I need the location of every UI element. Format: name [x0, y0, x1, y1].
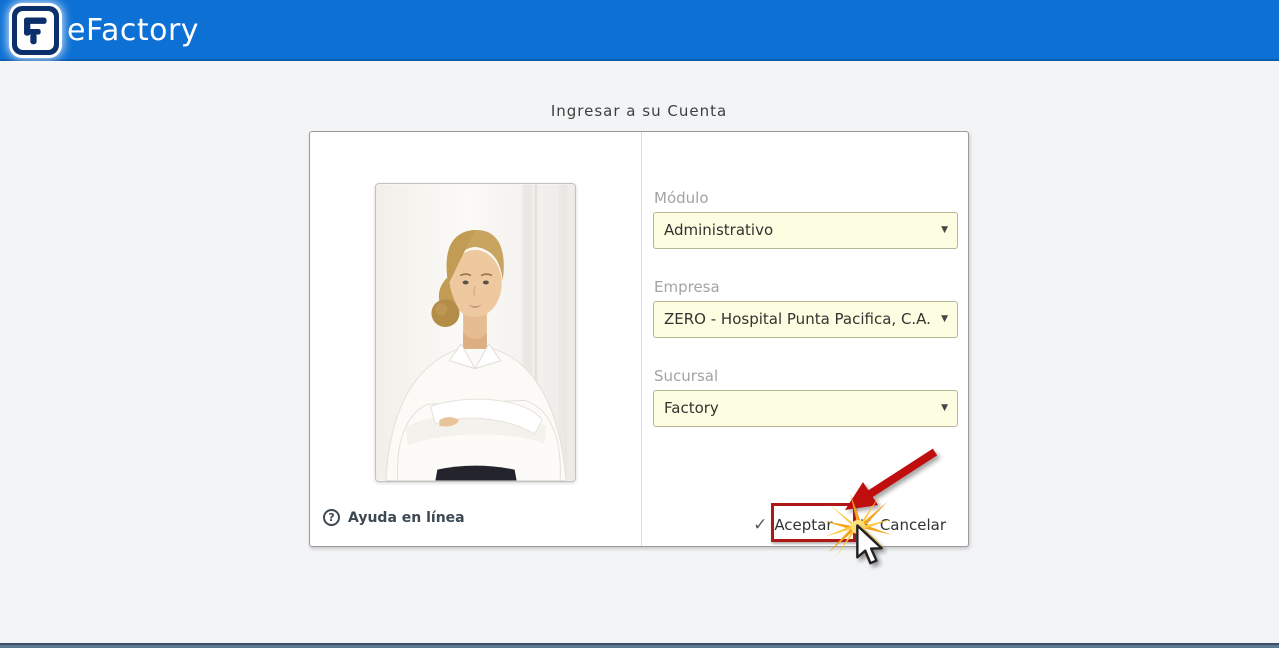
sucursal-selected-value: Factory — [664, 399, 719, 417]
accept-button[interactable]: ✓ Aceptar — [747, 511, 839, 539]
efactory-logo-icon — [12, 6, 59, 55]
form-actions: ✓ Aceptar ✕ Cancelar — [747, 511, 952, 539]
woman-portrait-photo — [375, 183, 576, 482]
efactory-logo-f-glyph — [17, 11, 54, 50]
question-circle-icon: ? — [323, 509, 340, 526]
empresa-label: Empresa — [654, 278, 720, 296]
empresa-select[interactable]: ZERO - Hospital Punta Pacifica, C.A. ▼ — [653, 301, 958, 338]
login-card: ? Ayuda en línea Módulo Administrativo ▼… — [309, 131, 969, 547]
login-form: Módulo Administrativo ▼ Empresa ZERO - H… — [653, 132, 958, 546]
chevron-down-icon: ▼ — [941, 225, 948, 235]
modulo-selected-value: Administrativo — [664, 221, 774, 239]
x-icon: ✕ — [858, 515, 873, 535]
sucursal-select[interactable]: Factory ▼ — [653, 390, 958, 427]
chevron-down-icon: ▼ — [941, 314, 948, 324]
modulo-label: Módulo — [654, 189, 709, 207]
empresa-selected-value: ZERO - Hospital Punta Pacifica, C.A. — [664, 310, 931, 328]
cancel-button[interactable]: ✕ Cancelar — [853, 511, 952, 539]
page-title: Ingresar a su Cuenta — [550, 102, 728, 120]
check-icon: ✓ — [753, 515, 768, 535]
sucursal-label: Sucursal — [654, 367, 719, 385]
app-title: eFactory — [67, 13, 200, 48]
modulo-select[interactable]: Administrativo ▼ — [653, 212, 958, 249]
online-help-label: Ayuda en línea — [348, 509, 465, 526]
online-help-link[interactable]: ? Ayuda en línea — [323, 509, 465, 526]
app-header: eFactory — [0, 0, 1279, 61]
cancel-button-label: Cancelar — [879, 516, 946, 534]
chevron-down-icon: ▼ — [941, 403, 948, 413]
accept-button-label: Aceptar — [774, 516, 833, 534]
card-divider — [641, 132, 642, 546]
